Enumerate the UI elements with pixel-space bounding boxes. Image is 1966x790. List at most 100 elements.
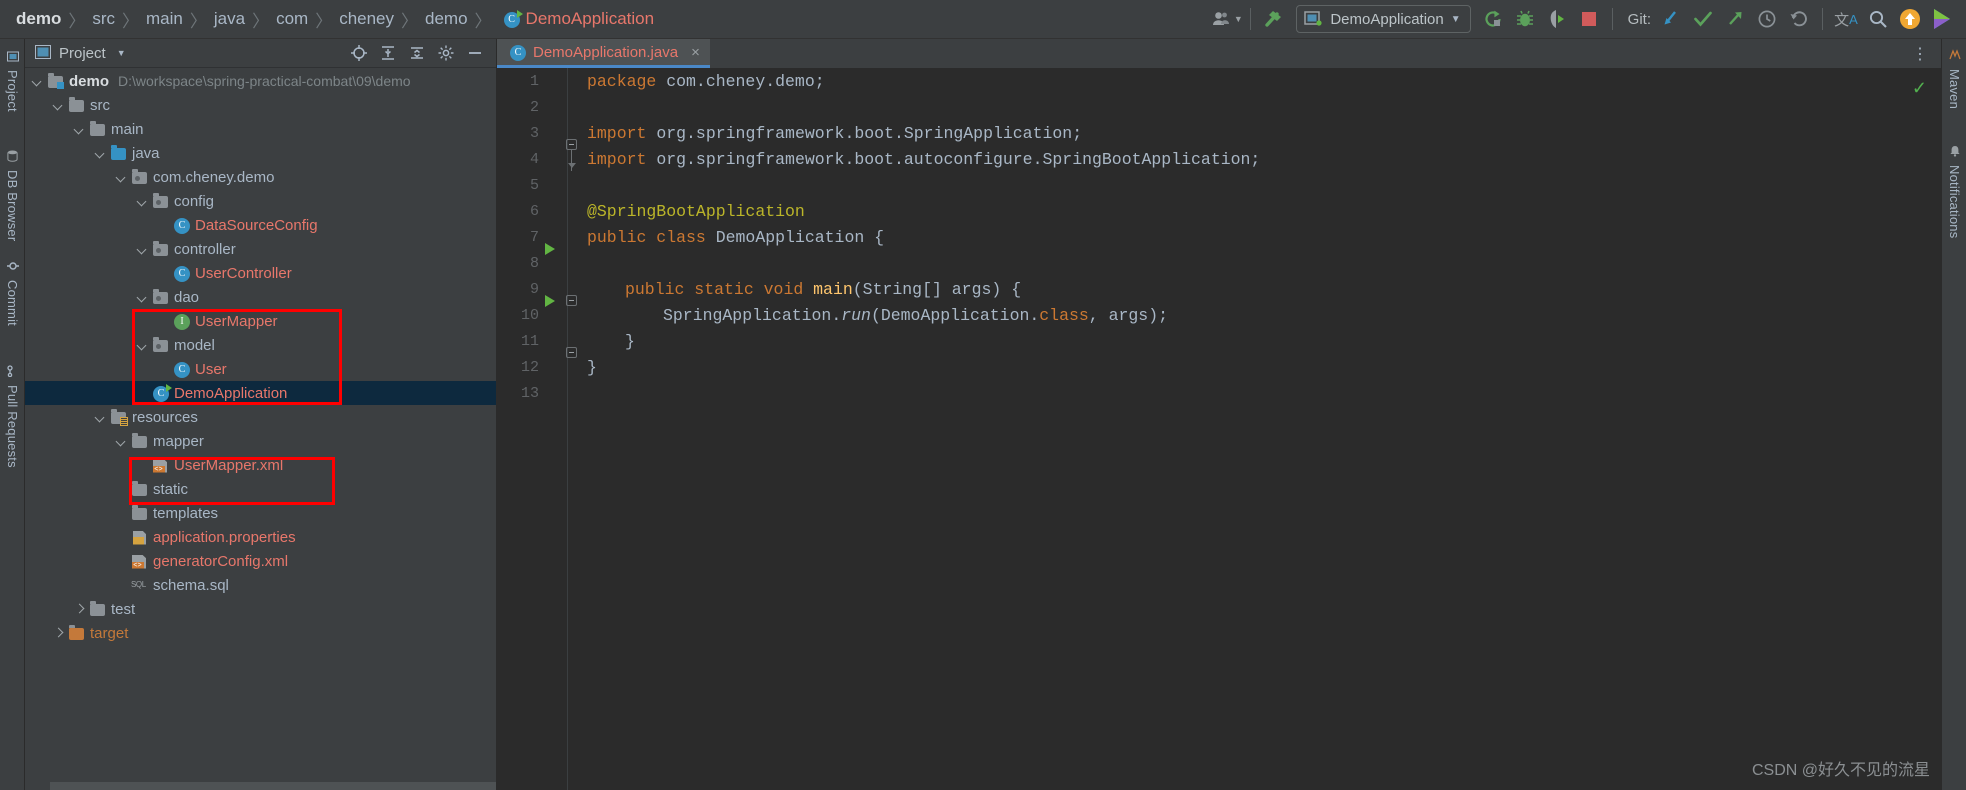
- editor-options-icon[interactable]: ⋮: [1912, 44, 1929, 64]
- code-editor[interactable]: ✓ 1 package com.cheney.demo; 2 3 import …: [497, 68, 1941, 790]
- tree-row-java[interactable]: java: [25, 141, 497, 165]
- breadcrumb-item-java[interactable]: java: [212, 0, 247, 39]
- breadcrumb-item-demo-pkg[interactable]: demo: [423, 0, 470, 39]
- close-icon[interactable]: ×: [691, 44, 700, 61]
- chevron-right-icon[interactable]: [52, 627, 65, 640]
- chevron-down-icon[interactable]: [94, 411, 107, 424]
- breadcrumb-item-com[interactable]: com: [274, 0, 310, 39]
- tree-row-usermapper-xml[interactable]: UserMapper.xml: [25, 453, 497, 477]
- tree-row-mapper[interactable]: mapper: [25, 429, 497, 453]
- token: @SpringBootApplication: [587, 201, 805, 221]
- sidebar-item-label: Notifications: [1947, 165, 1962, 239]
- sidebar-item-project[interactable]: Project: [0, 45, 25, 118]
- chevron-down-icon[interactable]: [115, 435, 128, 448]
- breadcrumb: demo 〉 src 〉 main 〉 java 〉 com 〉 cheney …: [0, 0, 656, 39]
- translate-icon[interactable]: 文A: [1830, 3, 1862, 35]
- sidebar-item-notifications[interactable]: Notifications: [1942, 139, 1966, 244]
- tree-row-model[interactable]: model: [25, 333, 497, 357]
- token: package: [587, 71, 657, 91]
- tab-demoapplication-java[interactable]: C DemoApplication.java ×: [497, 39, 710, 68]
- toolbar-actions: ▼ DemoApplication ▼ Git: 文 A: [1211, 0, 1966, 39]
- tree-row-resources[interactable]: resources: [25, 405, 497, 429]
- token: public static: [625, 279, 754, 299]
- sidebar-item-maven[interactable]: Maven: [1942, 43, 1966, 115]
- project-tree[interactable]: demo D:\workspace\spring-practical-comba…: [25, 69, 497, 790]
- tree-row-datasourceconfig[interactable]: C DataSourceConfig: [25, 213, 497, 237]
- tree-row-usercontroller[interactable]: C UserController: [25, 261, 497, 285]
- chevron-down-icon[interactable]: ▼: [1451, 14, 1461, 25]
- token: org.springframework.boot.autoconfigure.S…: [646, 149, 1261, 169]
- run-configuration-selector[interactable]: DemoApplication ▼: [1296, 5, 1471, 33]
- breadcrumb-item-demoapplication[interactable]: DemoApplication: [520, 0, 657, 39]
- tree-row-label: config: [174, 192, 215, 210]
- tree-row-generatorconfig-xml[interactable]: generatorConfig.xml: [25, 549, 497, 573]
- stop-icon[interactable]: [1573, 3, 1605, 35]
- run-with-coverage-icon[interactable]: [1541, 3, 1573, 35]
- sidebar-item-db-browser[interactable]: DB Browser: [0, 144, 25, 247]
- tree-row-user[interactable]: C User: [25, 357, 497, 381]
- breadcrumb-item-cheney[interactable]: cheney: [337, 0, 396, 39]
- tree-row-dao[interactable]: dao: [25, 285, 497, 309]
- tree-row-src[interactable]: src: [25, 93, 497, 117]
- git-push-icon[interactable]: [1719, 3, 1751, 35]
- collapse-all-icon[interactable]: [380, 45, 396, 61]
- sidebar-item-pull-requests[interactable]: Pull Requests: [0, 359, 25, 474]
- settings-gear-icon[interactable]: [438, 45, 454, 61]
- line-number: 1: [529, 72, 539, 90]
- chevron-down-icon[interactable]: ▼: [117, 48, 126, 58]
- chevron-down-icon[interactable]: [136, 243, 149, 256]
- line-number: 2: [529, 98, 539, 116]
- debug-icon[interactable]: [1509, 3, 1541, 35]
- chevron-down-icon[interactable]: [52, 99, 65, 112]
- tree-row-usermapper[interactable]: I UserMapper: [25, 309, 497, 333]
- breadcrumb-item-demo[interactable]: demo: [14, 0, 63, 39]
- chevron-down-icon[interactable]: [31, 75, 44, 88]
- chevron-right-icon[interactable]: [73, 603, 86, 616]
- chevron-down-icon[interactable]: [115, 171, 128, 184]
- tree-row-target[interactable]: target: [25, 621, 497, 645]
- tree-row-config[interactable]: config: [25, 189, 497, 213]
- line-number: 11: [520, 332, 539, 350]
- xml-file-icon: [131, 553, 148, 570]
- folder-icon: [131, 432, 148, 450]
- plugin-icon[interactable]: [1926, 3, 1958, 35]
- tree-row-label: main: [111, 120, 144, 138]
- code-text: }: [579, 358, 597, 377]
- database-icon: [7, 150, 18, 165]
- tree-row-application-properties[interactable]: application.properties: [25, 525, 497, 549]
- tree-row-demoapplication[interactable]: C DemoApplication: [25, 381, 497, 405]
- git-history-icon[interactable]: [1751, 3, 1783, 35]
- locate-icon[interactable]: [351, 45, 367, 61]
- chevron-down-icon[interactable]: [136, 195, 149, 208]
- breadcrumb-item-src[interactable]: src: [90, 0, 117, 39]
- tree-row-controller[interactable]: controller: [25, 237, 497, 261]
- hide-icon[interactable]: [467, 45, 483, 61]
- editor-scrollbar[interactable]: [1929, 68, 1941, 790]
- chevron-down-icon[interactable]: [73, 123, 86, 136]
- git-commit-icon[interactable]: [1687, 3, 1719, 35]
- tree-row-main[interactable]: main: [25, 117, 497, 141]
- git-rollback-icon[interactable]: [1783, 3, 1815, 35]
- sidebar-item-commit[interactable]: Commit: [0, 254, 25, 332]
- tree-row-templates[interactable]: templates: [25, 501, 497, 525]
- build-hammer-icon[interactable]: [1258, 3, 1290, 35]
- token: , args);: [1088, 305, 1169, 325]
- breadcrumb-item-main[interactable]: main: [144, 0, 185, 39]
- tree-row-package-root[interactable]: com.cheney.demo: [25, 165, 497, 189]
- code-line: 11 }: [497, 328, 1941, 358]
- tree-row-test[interactable]: test: [25, 597, 497, 621]
- expand-icon[interactable]: [409, 45, 425, 61]
- search-everywhere-icon[interactable]: [1862, 3, 1894, 35]
- user-icon[interactable]: ▼: [1211, 3, 1243, 35]
- upload-icon[interactable]: [1894, 3, 1926, 35]
- chevron-down-icon[interactable]: [136, 291, 149, 304]
- tree-row-label: mapper: [153, 432, 204, 450]
- code-line: 1 package com.cheney.demo;: [497, 68, 1941, 94]
- tree-row-demo[interactable]: demo D:\workspace\spring-practical-comba…: [25, 69, 497, 93]
- tree-row-schema-sql[interactable]: SQL schema.sql: [25, 573, 497, 597]
- chevron-down-icon[interactable]: [136, 339, 149, 352]
- tree-row-static[interactable]: static: [25, 477, 497, 501]
- run-icon[interactable]: [1477, 3, 1509, 35]
- git-update-icon[interactable]: [1655, 3, 1687, 35]
- chevron-down-icon[interactable]: [94, 147, 107, 160]
